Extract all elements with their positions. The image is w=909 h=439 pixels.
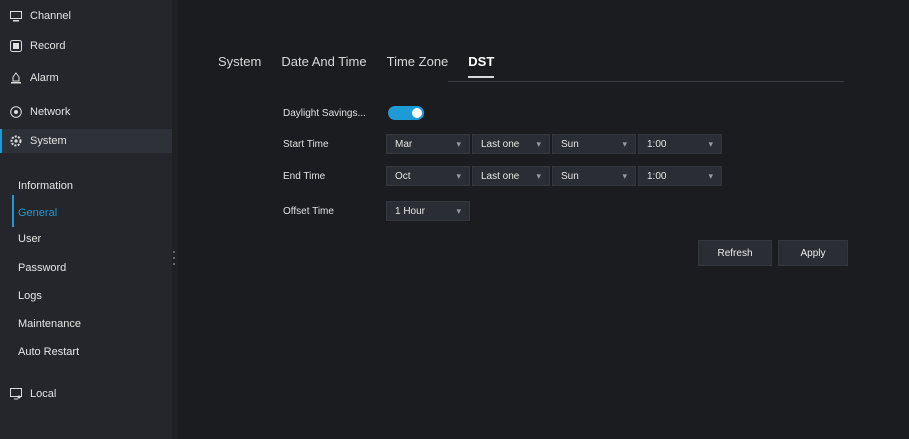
end-day-value: Sun	[561, 170, 579, 182]
tab-bar: System Date And Time Time Zone DST	[218, 54, 514, 78]
record-icon	[10, 40, 22, 52]
start-day-select[interactable]: Sun ▾	[552, 134, 636, 154]
daylight-row: Daylight Savings...	[283, 103, 424, 123]
sub-item-logs[interactable]: Logs	[18, 287, 42, 305]
sidebar: Channel Record Alarm Network System Info…	[0, 0, 178, 439]
chevron-down-icon: ▾	[536, 171, 541, 181]
chevron-down-icon: ▾	[456, 206, 461, 216]
sub-item-password[interactable]: Password	[18, 259, 66, 277]
start-day-value: Sun	[561, 138, 579, 150]
sidebar-item-label: System	[30, 135, 67, 147]
main-panel: System Date And Time Time Zone DST Dayli…	[178, 0, 909, 439]
tab-dst[interactable]: DST	[468, 54, 495, 78]
monitor-icon	[10, 10, 22, 22]
daylight-label: Daylight Savings...	[283, 107, 366, 119]
offset-time-label: Offset Time	[283, 205, 334, 217]
end-week-select[interactable]: Last one ▾	[472, 166, 550, 186]
sidebar-item-system[interactable]: System	[0, 129, 172, 153]
start-month-select[interactable]: Mar ▾	[386, 134, 470, 154]
local-icon	[10, 388, 22, 400]
sidebar-item-record[interactable]: Record	[0, 34, 172, 58]
tab-time-zone[interactable]: Time Zone	[387, 54, 449, 69]
sidebar-item-label: Channel	[30, 10, 71, 22]
chevron-down-icon: ▾	[456, 171, 461, 181]
sidebar-item-alarm[interactable]: Alarm	[0, 66, 172, 90]
end-day-select[interactable]: Sun ▾	[552, 166, 636, 186]
sub-item-information[interactable]: Information	[18, 177, 73, 195]
end-month-value: Oct	[395, 170, 411, 182]
chevron-down-icon: ▾	[622, 139, 627, 149]
sidebar-item-network[interactable]: Network	[0, 100, 172, 124]
tab-system[interactable]: System	[218, 54, 261, 69]
tab-date-and-time[interactable]: Date And Time	[281, 54, 366, 69]
sub-item-user[interactable]: User	[18, 230, 41, 248]
start-week-select[interactable]: Last one ▾	[472, 134, 550, 154]
sidebar-item-label: Alarm	[30, 72, 59, 84]
offset-time-select[interactable]: 1 Hour ▾	[386, 201, 470, 221]
start-week-value: Last one	[481, 138, 520, 150]
sidebar-splitter-handle[interactable]	[171, 240, 177, 276]
offset-time-row: Offset Time	[283, 201, 388, 221]
start-time-label: Start Time	[283, 138, 329, 150]
end-time-row: End Time	[283, 166, 388, 186]
end-time-label: End Time	[283, 170, 326, 182]
active-sub-marker	[12, 195, 14, 227]
alarm-icon	[10, 72, 22, 84]
chevron-down-icon: ▾	[456, 139, 461, 149]
tab-divider	[448, 81, 844, 82]
daylight-toggle[interactable]	[388, 106, 424, 120]
sidebar-item-label: Local	[30, 388, 57, 400]
start-month-value: Mar	[395, 138, 413, 150]
refresh-button[interactable]: Refresh	[698, 240, 772, 266]
end-time-select[interactable]: 1:00 ▾	[638, 166, 722, 186]
chevron-down-icon: ▾	[536, 139, 541, 149]
apply-button[interactable]: Apply	[778, 240, 848, 266]
chevron-down-icon: ▾	[708, 171, 713, 181]
offset-time-value: 1 Hour	[395, 205, 426, 217]
sub-item-auto-restart[interactable]: Auto Restart	[18, 343, 79, 361]
chevron-down-icon: ▾	[622, 171, 627, 181]
chevron-down-icon: ▾	[708, 139, 713, 149]
start-time-select[interactable]: 1:00 ▾	[638, 134, 722, 154]
sub-item-general[interactable]: General	[18, 204, 57, 222]
sidebar-item-label: Network	[30, 106, 71, 118]
sub-item-maintenance[interactable]: Maintenance	[18, 315, 81, 333]
network-icon	[10, 106, 22, 118]
start-time-value: 1:00	[647, 138, 667, 150]
end-month-select[interactable]: Oct ▾	[386, 166, 470, 186]
end-time-value: 1:00	[647, 170, 667, 182]
sidebar-item-channel[interactable]: Channel	[0, 4, 172, 28]
sidebar-item-local[interactable]: Local	[0, 382, 172, 406]
gear-icon	[10, 135, 22, 147]
sidebar-item-label: Record	[30, 40, 66, 52]
start-time-row: Start Time	[283, 134, 388, 154]
end-week-value: Last one	[481, 170, 520, 182]
